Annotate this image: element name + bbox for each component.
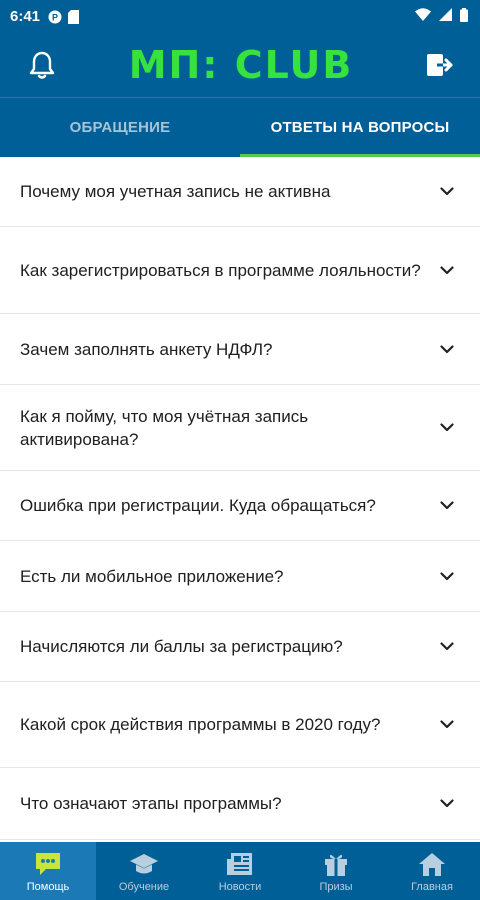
nav-label: Главная — [411, 880, 453, 893]
faq-item[interactable]: Как я пойму, что моя учётная запись акти… — [0, 385, 480, 471]
faq-question: Ошибка при регистрации. Куда обращаться? — [20, 496, 376, 515]
chevron-down-icon — [440, 717, 456, 733]
notifications-button[interactable] — [24, 47, 60, 83]
faq-item[interactable]: Почему моя учетная запись не активна — [0, 157, 480, 227]
wifi-icon — [415, 8, 431, 25]
faq-question: Как я пойму, что моя учётная запись акти… — [20, 406, 309, 449]
faq-question: Есть ли мобильное приложение? — [20, 566, 284, 586]
faq-question: Зачем заполнять анкету НДФЛ? — [20, 339, 273, 359]
newspaper-icon — [226, 850, 254, 878]
logout-icon — [427, 54, 453, 76]
chevron-down-icon — [440, 184, 456, 200]
chevron-down-icon — [440, 341, 456, 357]
nav-label: Новости — [218, 880, 262, 893]
faq-question: Какой срок действия программы в 2020 год… — [20, 715, 381, 734]
nav-label: Обучение — [118, 880, 170, 893]
tab-bar: ОБРАЩЕНИЕ ОТВЕТЫ НА ВОПРОСЫ — [0, 98, 480, 157]
home-icon — [418, 850, 446, 878]
graduation-cap-icon — [129, 850, 159, 878]
chevron-down-icon — [440, 498, 456, 514]
chevron-down-icon — [440, 262, 456, 278]
chat-icon — [34, 850, 62, 878]
faq-item[interactable]: Что означают этапы программы? — [0, 768, 480, 840]
chevron-down-icon — [440, 568, 456, 584]
bell-icon — [29, 51, 55, 79]
faq-item[interactable]: Начисляются ли баллы за регистрацию? — [0, 612, 480, 682]
nav-label: Помощь — [26, 880, 70, 893]
faq-item[interactable]: Зачем заполнять анкету НДФЛ? — [0, 314, 480, 385]
signal-icon — [439, 8, 452, 25]
sd-card-icon — [68, 9, 80, 24]
faq-list: Почему моя учетная запись не активна Как… — [0, 157, 480, 840]
bottom-nav: Помощь Обучение Новости Призы Главная — [0, 842, 480, 900]
faq-item[interactable]: Как зарегистрироваться в программе лояль… — [0, 227, 480, 314]
nav-prizes[interactable]: Призы — [288, 842, 384, 900]
svg-text:P: P — [52, 12, 58, 22]
app-bar: MП: CLUB — [0, 33, 480, 98]
status-bar: 6:41 P — [0, 0, 480, 33]
tab-faq[interactable]: ОТВЕТЫ НА ВОПРОСЫ — [240, 98, 480, 157]
chevron-down-icon — [440, 639, 456, 655]
faq-question: Почему моя учетная запись не активна — [20, 182, 331, 201]
tab-appeal[interactable]: ОБРАЩЕНИЕ — [0, 98, 240, 157]
nav-home[interactable]: Главная — [384, 842, 480, 900]
chevron-down-icon — [440, 796, 456, 812]
faq-item[interactable]: Какой срок действия программы в 2020 год… — [0, 682, 480, 768]
faq-item[interactable]: Есть ли мобильное приложение? — [0, 541, 480, 612]
chevron-down-icon — [440, 420, 456, 436]
faq-question: Что означают этапы программы? — [20, 794, 282, 813]
nav-news[interactable]: Новости — [192, 842, 288, 900]
app-notification-icon: P — [48, 10, 62, 24]
nav-training[interactable]: Обучение — [96, 842, 192, 900]
battery-icon — [460, 7, 468, 26]
nav-label: Призы — [319, 880, 353, 893]
gift-icon — [323, 850, 349, 878]
logout-button[interactable] — [422, 47, 458, 83]
status-time: 6:41 — [10, 8, 41, 25]
app-logo: MП: CLUB — [128, 43, 354, 87]
nav-help[interactable]: Помощь — [0, 842, 96, 900]
faq-question: Начисляются ли баллы за регистрацию? — [20, 637, 343, 656]
faq-item[interactable]: Ошибка при регистрации. Куда обращаться? — [0, 471, 480, 541]
faq-question: Как зарегистрироваться в программе лояль… — [20, 260, 421, 280]
